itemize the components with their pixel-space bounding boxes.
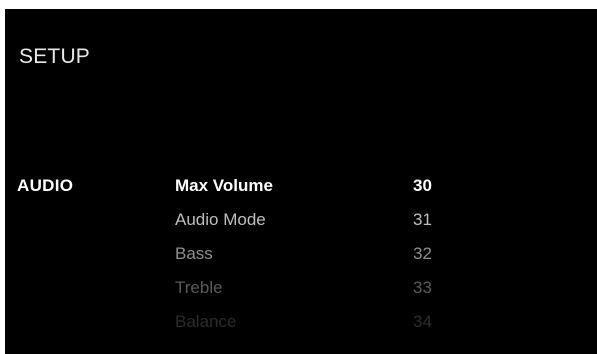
menu-item-label: Max Volume xyxy=(175,176,273,195)
tv-setup-screen: SETUP AUDIO Max Volume 30 Audio Mode 31 … xyxy=(5,9,597,354)
menu-item-value: 34 xyxy=(413,312,432,331)
menu-item-bass[interactable]: Bass 32 xyxy=(175,244,475,278)
menu-item-audio-mode[interactable]: Audio Mode 31 xyxy=(175,210,475,244)
menu-item-max-volume[interactable]: Max Volume 30 xyxy=(175,176,475,210)
menu-item-label: Audio Mode xyxy=(175,210,266,229)
menu-item-treble[interactable]: Treble 33 xyxy=(175,278,475,312)
page-title: SETUP xyxy=(19,45,91,68)
audio-settings-menu: Max Volume 30 Audio Mode 31 Bass 32 Treb… xyxy=(175,176,475,346)
menu-item-label: Treble xyxy=(175,278,223,297)
category-audio[interactable]: AUDIO xyxy=(17,176,73,196)
menu-item-label: Balance xyxy=(175,312,237,331)
menu-item-balance[interactable]: Balance 34 xyxy=(175,312,475,346)
menu-item-value: 31 xyxy=(413,210,432,229)
menu-item-value: 30 xyxy=(413,176,432,195)
menu-item-value: 32 xyxy=(413,244,432,263)
menu-item-label: Bass xyxy=(175,244,213,263)
menu-item-value: 33 xyxy=(413,278,432,297)
